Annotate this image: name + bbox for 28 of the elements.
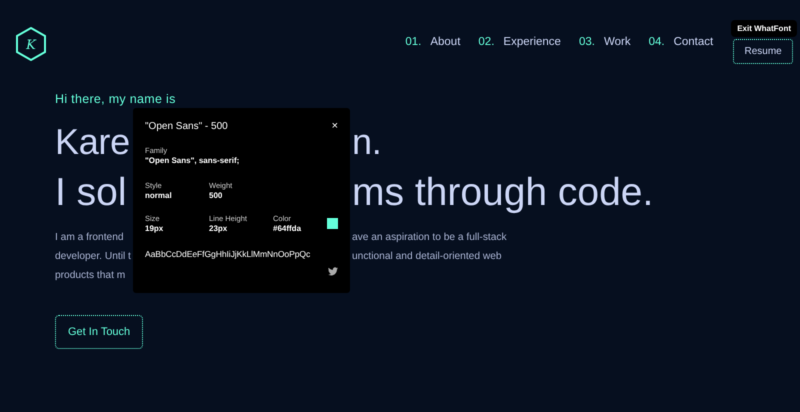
resume-button[interactable]: Resume (733, 39, 793, 64)
exit-whatfont-button[interactable]: Exit WhatFont (731, 20, 797, 37)
nav-link[interactable]: 04. Contact (648, 36, 714, 48)
property-value: 19px (145, 224, 164, 233)
property-value: #64ffda (273, 224, 302, 233)
name-heading-fragment: Kare (55, 120, 131, 164)
property-value: normal (145, 191, 173, 200)
property-value: 23px (209, 224, 228, 233)
close-button[interactable]: × (332, 120, 338, 132)
bio-text-fragment: unctional and detail-oriented web (352, 250, 503, 264)
greeting-text: Hi there, my name is (55, 92, 177, 106)
nav-link[interactable]: 01. About (405, 36, 460, 48)
get-in-touch-button[interactable]: Get In Touch (55, 315, 144, 349)
name-heading-fragment: n. (352, 120, 382, 164)
headline-fragment: ms through code. (352, 170, 654, 216)
headline-fragment: I sol (55, 170, 128, 216)
bird-icon[interactable] (328, 267, 338, 276)
bio-text-fragment: products that m (55, 269, 126, 283)
hexagon-logo[interactable]: K (16, 27, 46, 61)
property-value: 500 (209, 191, 224, 200)
font-title: "Open Sans" - 500 (145, 120, 228, 132)
bio-text-fragment: ave an aspiration to be a full-stack (352, 231, 508, 245)
bio-text-fragment: I am a frontend (55, 231, 125, 245)
nav-link[interactable]: 02. Experience (478, 36, 561, 48)
bio-text-fragment: developer. Until t (55, 250, 132, 264)
nav-link[interactable]: 03. Work (578, 36, 631, 48)
font-sample-text: AaBbCcDdEeFfGgHhIiJjKkLlMmNnOoPpQc (145, 249, 312, 259)
family-value: "Open Sans", sans-serif; (145, 156, 240, 165)
